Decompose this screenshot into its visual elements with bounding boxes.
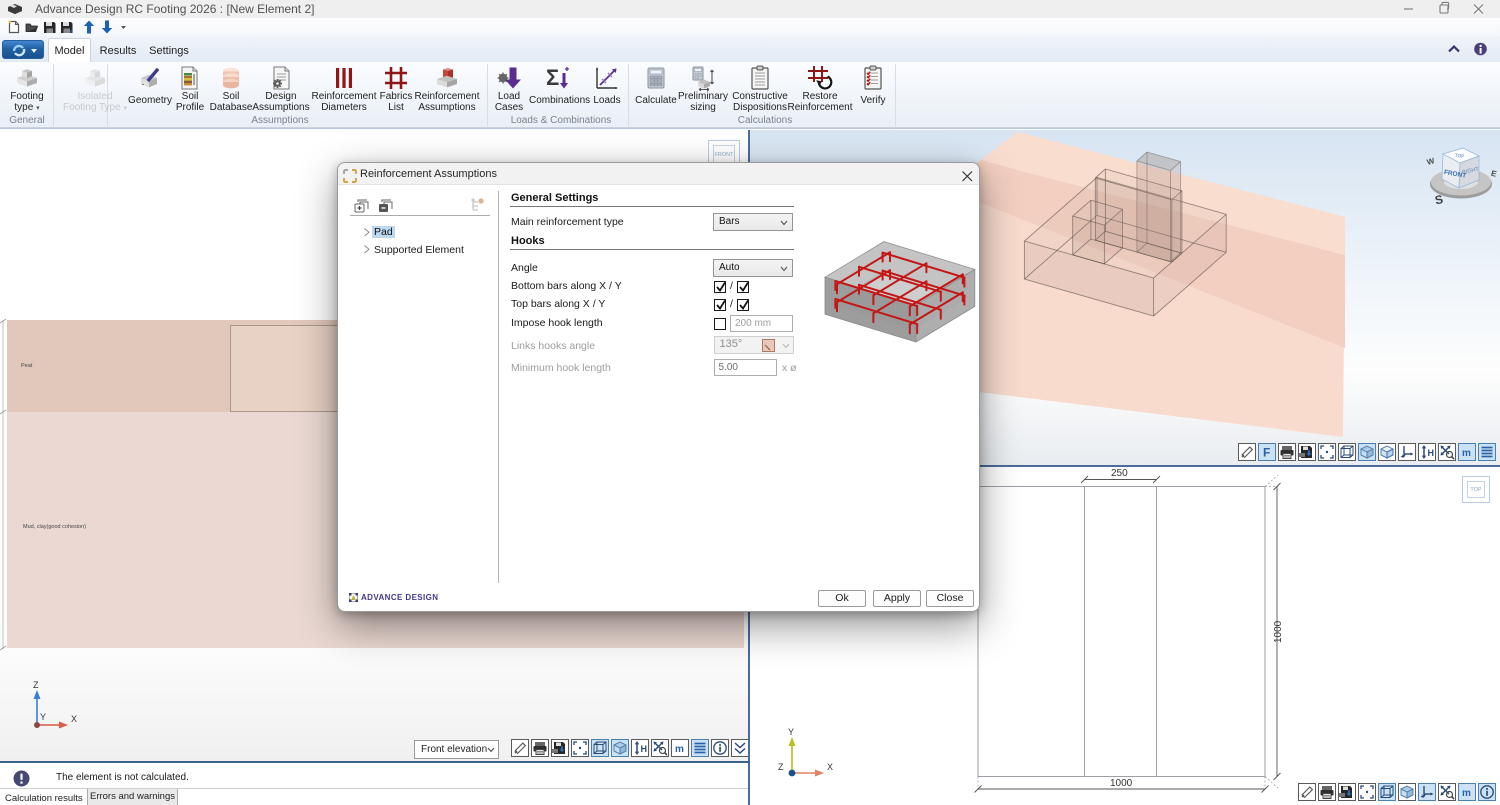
- svg-text:Σ: Σ: [546, 65, 559, 90]
- svg-text:TOP: TOP: [1455, 153, 1465, 159]
- svg-text:m: m: [1462, 788, 1471, 799]
- svg-text:W: W: [1426, 156, 1436, 167]
- svg-text:1000: 1000: [1110, 778, 1133, 789]
- svg-text:H: H: [1428, 448, 1435, 458]
- svg-text:Z: Z: [33, 680, 39, 690]
- svg-text:F: F: [1263, 446, 1270, 460]
- svg-text:1000: 1000: [1273, 620, 1284, 643]
- svg-text:Y: Y: [788, 727, 794, 737]
- svg-text:Y: Y: [40, 712, 46, 722]
- svg-text:E: E: [1490, 169, 1498, 179]
- svg-text:250: 250: [1111, 468, 1128, 479]
- svg-text:m: m: [1462, 448, 1471, 459]
- svg-text:X: X: [827, 762, 833, 772]
- svg-text:H: H: [641, 744, 648, 754]
- svg-text:Z: Z: [778, 762, 784, 772]
- svg-text:m: m: [675, 744, 684, 755]
- svg-text:X: X: [71, 714, 77, 724]
